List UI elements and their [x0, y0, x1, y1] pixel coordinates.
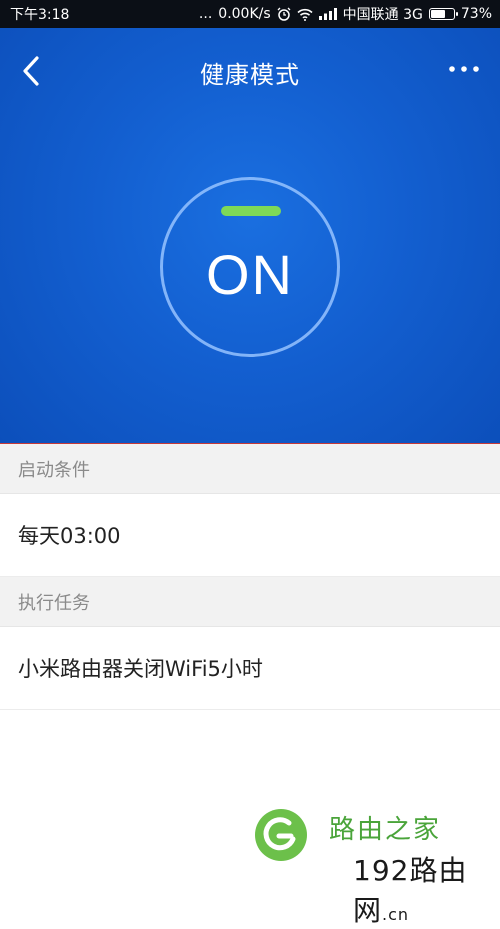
mode-toggle-button[interactable]: ON: [160, 177, 340, 357]
wifi-icon: [297, 8, 313, 21]
watermark: 路由之家 192路由网.cn: [255, 805, 500, 927]
network-speed: 0.00K/s: [218, 6, 271, 22]
status-dots: ...: [198, 6, 213, 22]
watermark-subtitle-suffix: .cn: [382, 905, 410, 924]
battery-percent: 73%: [460, 6, 492, 22]
signal-icon: [318, 8, 337, 20]
status-time: 下午3:18: [10, 7, 70, 23]
more-button[interactable]: [446, 58, 482, 80]
status-left: 下午3:18: [10, 4, 69, 24]
watermark-subtitle: 192路由网.cn: [353, 849, 500, 929]
status-right: ... 0.00K/s 中国联通 3G 73%: [199, 4, 492, 24]
watermark-logo-icon: [255, 809, 307, 861]
carrier-label: 中国联通 3G: [342, 7, 423, 23]
watermark-subtitle-main: 192路由网: [353, 854, 468, 927]
more-dots-icon: [449, 66, 479, 72]
section-header-task: 执行任务: [0, 577, 500, 627]
page-title: 健康模式: [200, 61, 300, 89]
status-bar: 下午3:18 ... 0.00K/s 中国联通 3G 73%: [0, 0, 500, 28]
section-header-trigger: 启动条件: [0, 444, 500, 494]
trigger-time-row[interactable]: 每天03:00: [0, 494, 500, 577]
toggle-status-indicator: [221, 206, 281, 216]
task-row[interactable]: 小米路由器关闭WiFi5小时: [0, 627, 500, 710]
watermark-title: 路由之家: [329, 815, 442, 845]
alarm-icon: [277, 7, 291, 21]
battery-fill: [430, 10, 446, 18]
battery-icon: [428, 8, 458, 20]
toggle-state-label: ON: [206, 243, 294, 306]
hero-panel: 健康模式 ON: [0, 28, 500, 444]
